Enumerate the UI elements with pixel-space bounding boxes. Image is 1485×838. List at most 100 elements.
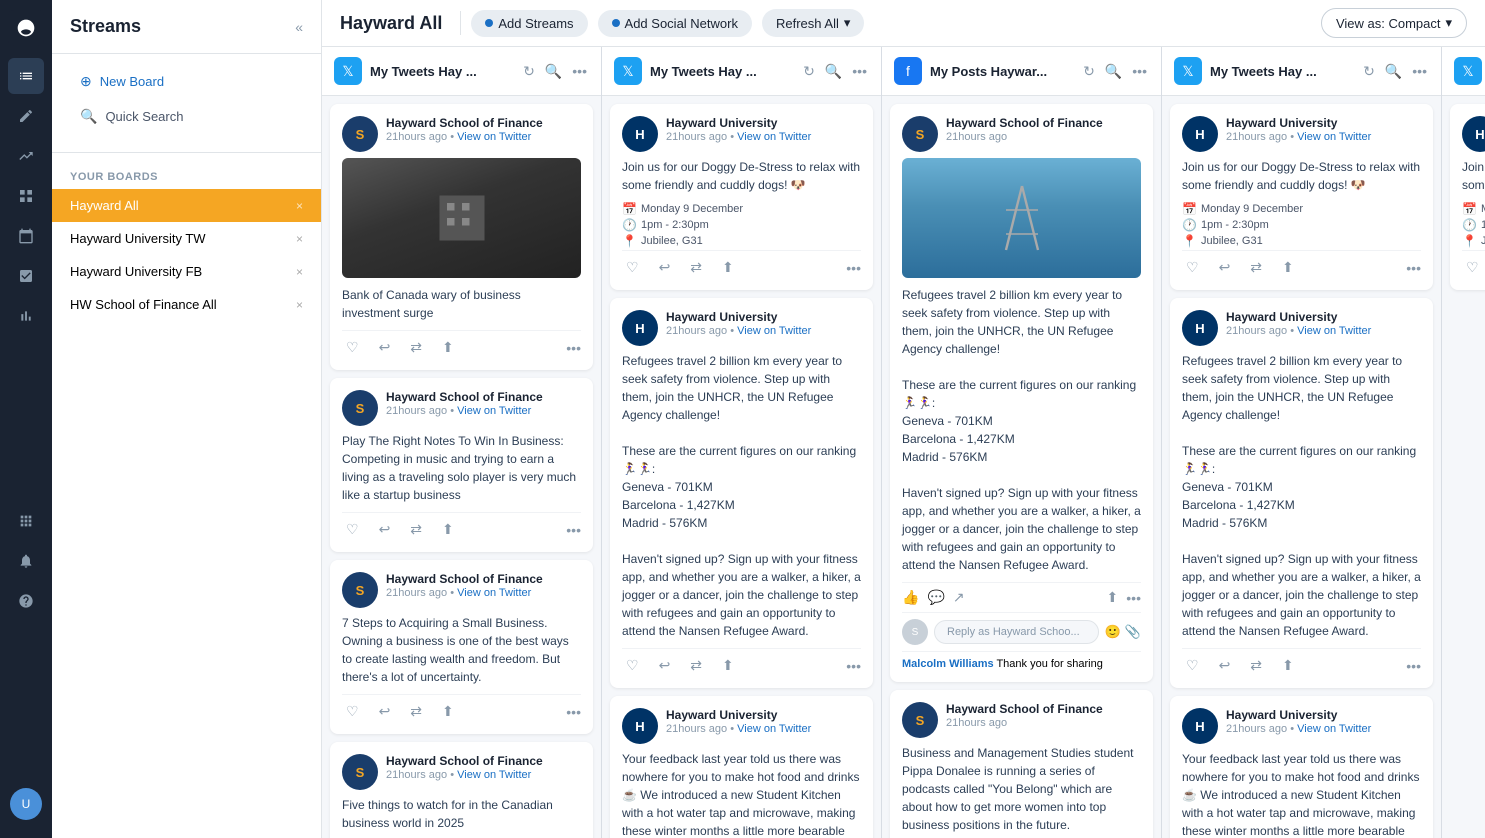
reply-button[interactable]: ↩ bbox=[1215, 655, 1235, 676]
nav-grid-icon[interactable] bbox=[8, 178, 44, 214]
heart-button[interactable]: ♡ bbox=[1182, 257, 1203, 278]
more-button[interactable]: ••• bbox=[846, 658, 861, 674]
heart-button[interactable]: ♡ bbox=[342, 519, 363, 540]
heart-button[interactable]: ♡ bbox=[622, 257, 643, 278]
post-card: H Hayward University 21hours ago • View … bbox=[1450, 104, 1485, 290]
upload-button[interactable]: ⬆ bbox=[1278, 257, 1298, 278]
retweet-button[interactable]: ⇄ bbox=[406, 337, 426, 358]
retweet-button[interactable]: ⇄ bbox=[1246, 257, 1266, 278]
refresh-stream-icon[interactable]: ↻ bbox=[521, 61, 537, 82]
user-avatar[interactable]: U bbox=[10, 788, 42, 820]
reply-input[interactable]: Reply as Hayward Schoo... bbox=[934, 620, 1099, 644]
view-on-twitter-link[interactable]: View on Twitter bbox=[457, 405, 531, 417]
retweet-button[interactable]: ⇄ bbox=[686, 257, 706, 278]
more-button[interactable]: ••• bbox=[566, 704, 581, 720]
reply-button[interactable]: ↩ bbox=[375, 337, 395, 358]
more-button[interactable]: ••• bbox=[846, 260, 861, 276]
heart-button[interactable]: ♡ bbox=[1182, 655, 1203, 676]
sidebar: Streams « ⊕ New Board 🔍 Quick Search YOU… bbox=[52, 0, 322, 838]
view-on-twitter-link[interactable]: View on Twitter bbox=[457, 769, 531, 781]
view-on-twitter-link[interactable]: View on Twitter bbox=[737, 325, 811, 337]
sidebar-item-3[interactable]: Hayward University FB× bbox=[52, 255, 321, 288]
emoji-icon[interactable]: 🙂 bbox=[1105, 624, 1121, 640]
stream-header: 𝕏 My Tweets Hay ... ↻ 🔍 ••• bbox=[322, 47, 601, 96]
nav-apps-icon[interactable] bbox=[8, 503, 44, 539]
upload-button[interactable]: ⬆ bbox=[438, 701, 458, 722]
more-stream-icon[interactable]: ••• bbox=[850, 61, 869, 81]
view-as-button[interactable]: View as: Compact ▾ bbox=[1321, 8, 1467, 38]
close-board-icon[interactable]: × bbox=[296, 199, 303, 213]
add-social-network-button[interactable]: Add Social Network bbox=[598, 10, 752, 37]
retweet-button[interactable]: ⇄ bbox=[686, 655, 706, 676]
heart-button[interactable]: ♡ bbox=[342, 701, 363, 722]
nav-calendar-icon[interactable] bbox=[8, 218, 44, 254]
add-streams-button[interactable]: Add Streams bbox=[471, 10, 587, 37]
close-board-icon[interactable]: × bbox=[296, 265, 303, 279]
nav-tasks-icon[interactable] bbox=[8, 258, 44, 294]
save-button[interactable]: ⬆ bbox=[1107, 589, 1119, 606]
share-button[interactable]: ↗ bbox=[953, 589, 965, 606]
attach-icon[interactable]: 📎 bbox=[1125, 624, 1141, 640]
nav-analytics-icon[interactable] bbox=[8, 138, 44, 174]
view-on-twitter-link[interactable]: View on Twitter bbox=[1297, 325, 1371, 337]
search-stream-icon[interactable]: 🔍 bbox=[823, 61, 844, 82]
sidebar-item-4[interactable]: HW School of Finance All× bbox=[52, 288, 321, 321]
reply-button[interactable]: ↩ bbox=[655, 257, 675, 278]
post-avatar: H bbox=[1182, 708, 1218, 744]
view-on-twitter-link[interactable]: View on Twitter bbox=[457, 587, 531, 599]
reply-button[interactable]: ↩ bbox=[375, 701, 395, 722]
more-button[interactable]: ••• bbox=[566, 340, 581, 356]
retweet-button[interactable]: ⇄ bbox=[1246, 655, 1266, 676]
more-stream-icon[interactable]: ••• bbox=[1410, 61, 1429, 81]
upload-button[interactable]: ⬆ bbox=[438, 519, 458, 540]
view-on-twitter-link[interactable]: View on Twitter bbox=[737, 131, 811, 143]
heart-button[interactable]: ♡ bbox=[1462, 257, 1483, 278]
refresh-stream-icon[interactable]: ↻ bbox=[1081, 61, 1097, 82]
post-card: S Hayward School of Finance 21hours ago … bbox=[330, 742, 593, 838]
upload-button[interactable]: ⬆ bbox=[718, 257, 738, 278]
heart-button[interactable]: ♡ bbox=[622, 655, 643, 676]
sidebar-item-1[interactable]: Hayward All× bbox=[52, 189, 321, 222]
nav-streams-icon[interactable] bbox=[8, 58, 44, 94]
sidebar-item-2[interactable]: Hayward University TW× bbox=[52, 222, 321, 255]
quick-search-btn[interactable]: 🔍 Quick Search bbox=[70, 101, 303, 132]
more-button[interactable]: ••• bbox=[1126, 590, 1141, 606]
search-stream-icon[interactable]: 🔍 bbox=[1383, 61, 1404, 82]
more-stream-icon[interactable]: ••• bbox=[1130, 61, 1149, 81]
new-board-btn[interactable]: ⊕ New Board bbox=[70, 66, 303, 97]
upload-button[interactable]: ⬆ bbox=[1278, 655, 1298, 676]
comment-button[interactable]: 💬 bbox=[927, 589, 944, 606]
view-on-twitter-link[interactable]: View on Twitter bbox=[1297, 723, 1371, 735]
close-board-icon[interactable]: × bbox=[296, 298, 303, 312]
nav-help-icon[interactable] bbox=[8, 583, 44, 619]
twitter-icon: 𝕏 bbox=[1174, 57, 1202, 85]
reply-button[interactable]: ↩ bbox=[655, 655, 675, 676]
more-stream-icon[interactable]: ••• bbox=[570, 61, 589, 81]
more-button[interactable]: ••• bbox=[1406, 260, 1421, 276]
view-on-twitter-link[interactable]: View on Twitter bbox=[1297, 131, 1371, 143]
view-on-twitter-link[interactable]: View on Twitter bbox=[457, 131, 531, 143]
reply-button[interactable]: ↩ bbox=[375, 519, 395, 540]
more-button[interactable]: ••• bbox=[1406, 658, 1421, 674]
nav-compose-icon[interactable] bbox=[8, 98, 44, 134]
sidebar-collapse-btn[interactable]: « bbox=[295, 19, 303, 35]
refresh-stream-icon[interactable]: ↻ bbox=[1361, 61, 1377, 82]
search-stream-icon[interactable]: 🔍 bbox=[543, 61, 564, 82]
search-stream-icon[interactable]: 🔍 bbox=[1103, 61, 1124, 82]
like-button[interactable]: 👍 bbox=[902, 589, 919, 606]
view-on-twitter-link[interactable]: View on Twitter bbox=[737, 723, 811, 735]
post-actions: ♡ ↩ ⇄ ⬆ ••• bbox=[622, 250, 861, 278]
refresh-button[interactable]: Refresh All ▾ bbox=[762, 9, 864, 37]
reply-button[interactable]: ↩ bbox=[1215, 257, 1235, 278]
more-button[interactable]: ••• bbox=[566, 522, 581, 538]
nav-chart-icon[interactable] bbox=[8, 298, 44, 334]
refresh-stream-icon[interactable]: ↻ bbox=[801, 61, 817, 82]
retweet-button[interactable]: ⇄ bbox=[406, 519, 426, 540]
heart-button[interactable]: ♡ bbox=[342, 337, 363, 358]
upload-button[interactable]: ⬆ bbox=[718, 655, 738, 676]
retweet-button[interactable]: ⇄ bbox=[406, 701, 426, 722]
upload-button[interactable]: ⬆ bbox=[438, 337, 458, 358]
nav-notifications-icon[interactable] bbox=[8, 543, 44, 579]
close-board-icon[interactable]: × bbox=[296, 232, 303, 246]
post-avatar: H bbox=[622, 708, 658, 744]
